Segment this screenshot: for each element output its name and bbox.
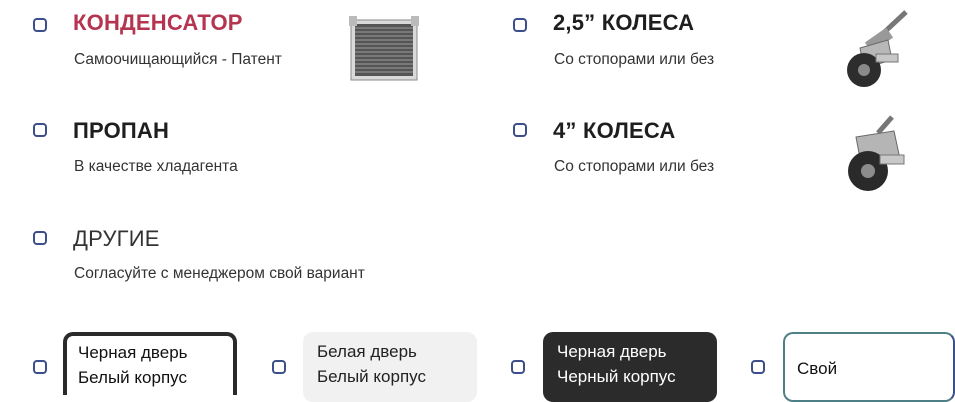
color-black-door-white-body-card[interactable]: Черная дверь Белый корпус bbox=[63, 332, 237, 395]
wheels-4-checkbox[interactable] bbox=[513, 123, 527, 137]
color-door-label: Белая дверь bbox=[317, 342, 417, 361]
color-black-door-black-body-checkbox[interactable] bbox=[511, 360, 525, 374]
color-door-label: Черная дверь bbox=[557, 342, 667, 361]
caster-wheel-image bbox=[848, 115, 905, 191]
color-door-label: Черная дверь bbox=[78, 343, 188, 362]
color-body-label: Белый корпус bbox=[317, 367, 426, 386]
wheels-4-subtitle: Со стопорами или без bbox=[554, 158, 715, 175]
caster-wheel-image bbox=[847, 10, 908, 87]
condenser-subtitle: Самоочищающийся - Патент bbox=[74, 51, 282, 68]
color-custom-checkbox[interactable] bbox=[751, 360, 765, 374]
color-body-label: Белый корпус bbox=[78, 368, 187, 387]
other-subtitle: Согласуйте с менеджером свой вариант bbox=[74, 265, 365, 282]
condenser-image bbox=[349, 16, 419, 81]
other-title: ДРУГИЕ bbox=[73, 226, 160, 251]
wheels-4-title: 4” КОЛЕСА bbox=[553, 118, 676, 143]
color-body-label: Черный корпус bbox=[557, 367, 676, 386]
color-black-door-white-body-checkbox[interactable] bbox=[33, 360, 47, 374]
propane-subtitle: В качестве хладагента bbox=[74, 158, 238, 175]
wheels-2-5-title: 2,5” КОЛЕСА bbox=[553, 10, 695, 35]
condenser-checkbox[interactable] bbox=[33, 18, 47, 32]
propane-title: ПРОПАН bbox=[73, 118, 170, 143]
wheels-2-5-subtitle: Со стопорами или без bbox=[554, 51, 715, 68]
color-white-door-white-body-checkbox[interactable] bbox=[272, 360, 286, 374]
color-custom-card[interactable]: Свой bbox=[783, 332, 955, 402]
color-custom-label: Свой bbox=[797, 359, 838, 378]
condenser-title: КОНДЕНСАТОР bbox=[73, 10, 243, 35]
other-checkbox[interactable] bbox=[33, 231, 47, 245]
color-white-door-white-body-card[interactable]: Белая дверь Белый корпус bbox=[303, 332, 477, 402]
color-black-door-black-body-card[interactable]: Черная дверь Черный корпус bbox=[543, 332, 717, 402]
propane-checkbox[interactable] bbox=[33, 123, 47, 137]
wheels-2-5-checkbox[interactable] bbox=[513, 18, 527, 32]
